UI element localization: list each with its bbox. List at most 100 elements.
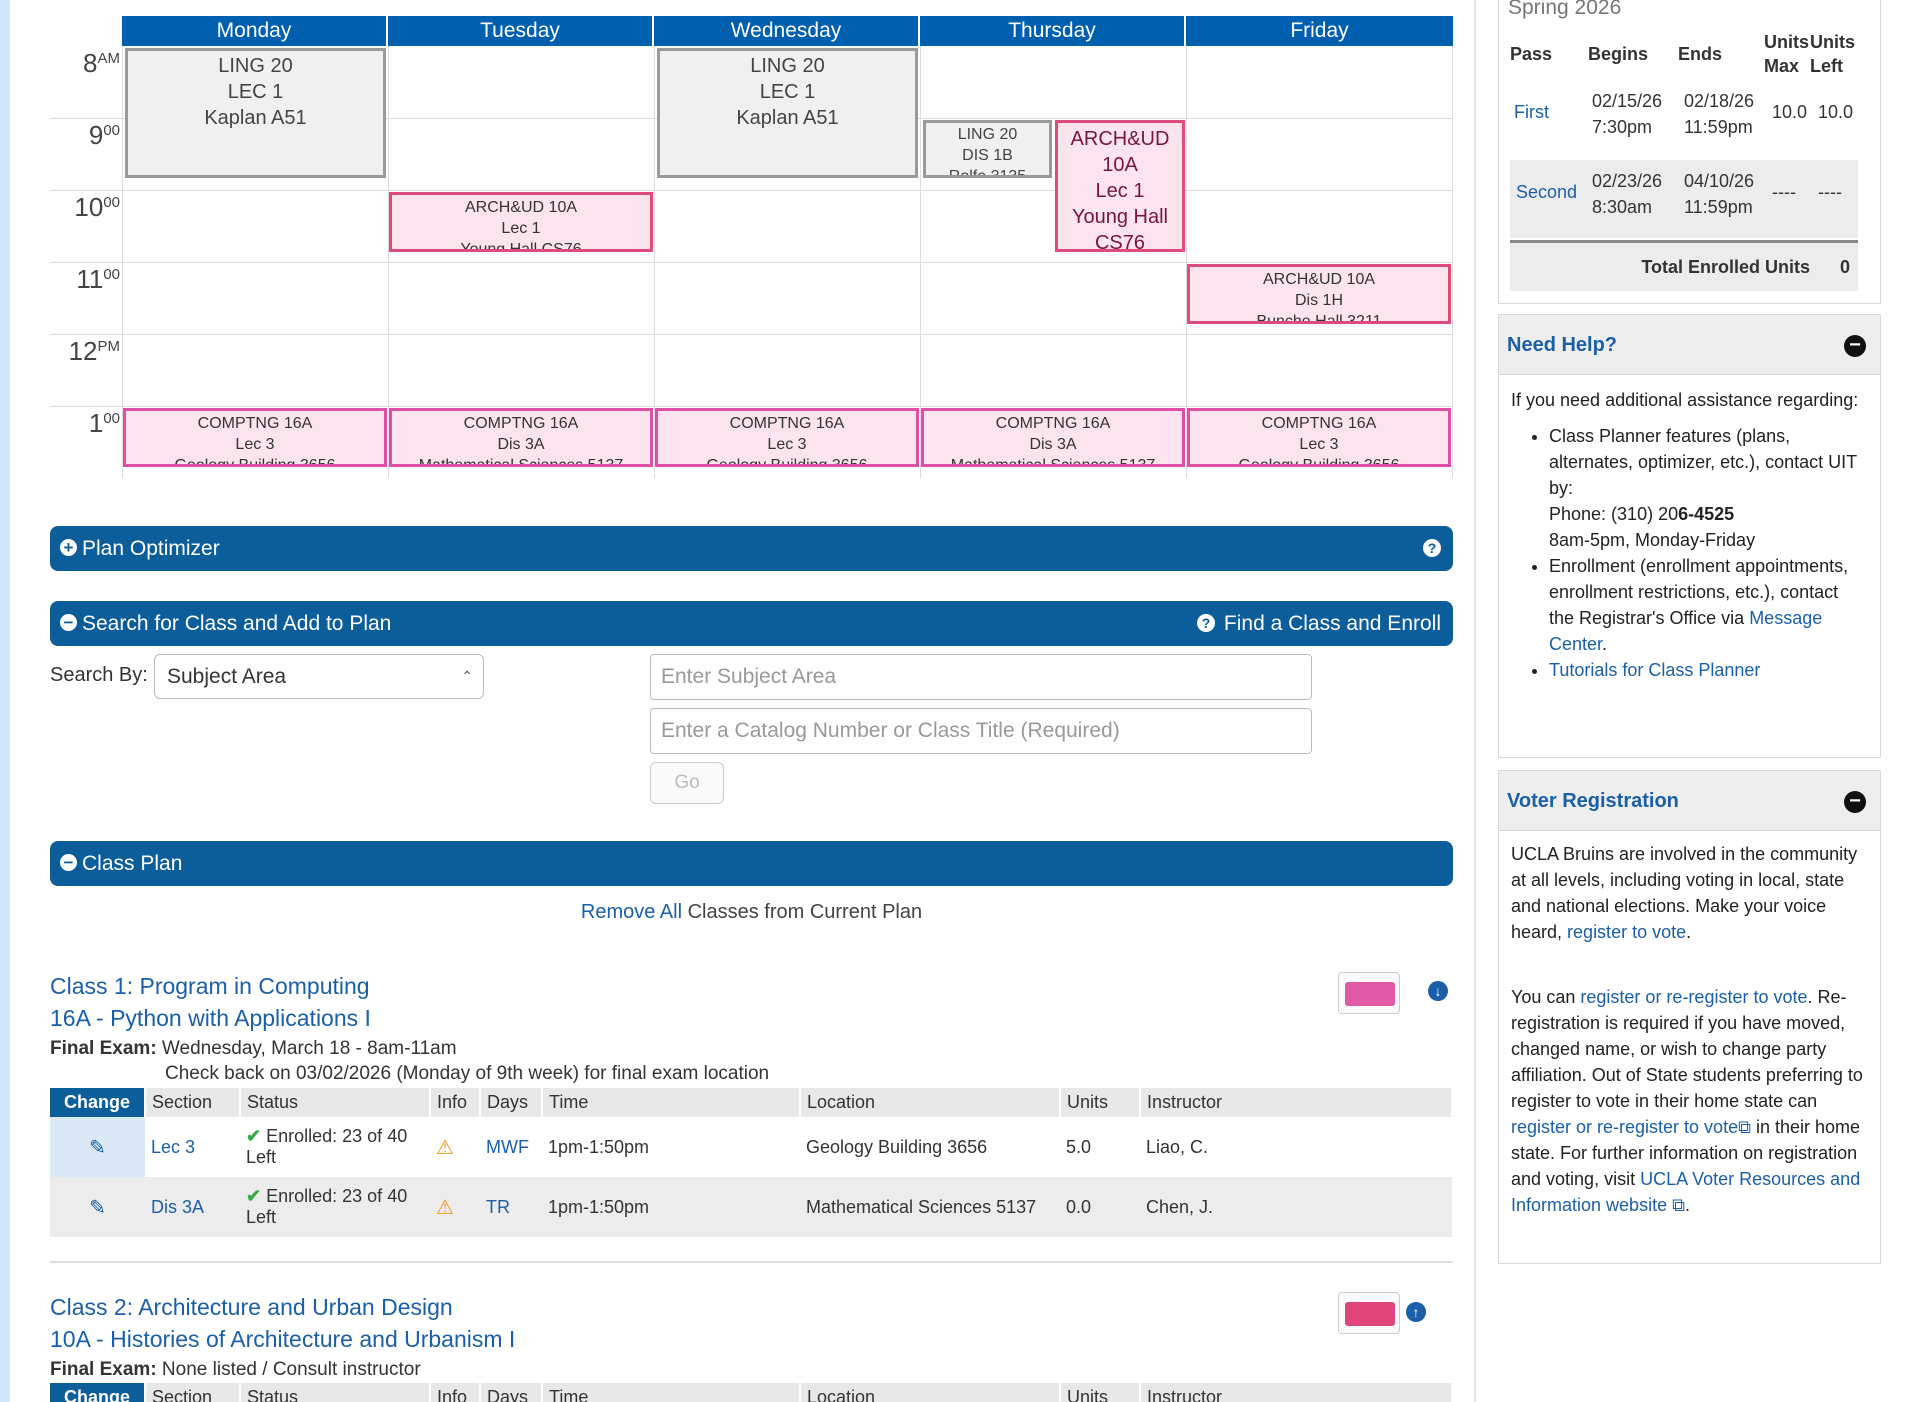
voter-registration-header[interactable]: Voter Registration − (1499, 771, 1880, 831)
arrow-up-circle-icon[interactable]: ↑ (1406, 1302, 1426, 1322)
class-plan-bar[interactable]: − Class Plan (50, 841, 1453, 886)
table-row: ✎ Dis 3A ✔ Enrolled: 23 of 40 Left ⚠ TR … (50, 1177, 1452, 1237)
search-by-select[interactable]: Subject Area ⌃ (154, 654, 484, 699)
units-max-header: Units Max (1764, 32, 1809, 76)
calendar-event-comptng-fri[interactable]: COMPTNG 16A Lec 3 Geology Building 3656 (1187, 408, 1451, 467)
phone-prefix: Phone: (310) 20 (1549, 504, 1679, 524)
units-cell: 5.0 (1066, 1136, 1092, 1157)
external-link-icon[interactable]: ⧉ (1738, 1117, 1751, 1137)
remove-all-link[interactable]: Remove All (581, 901, 682, 923)
warning-icon[interactable]: ⚠ (436, 1197, 454, 1219)
event-line: Bunche Hall 3211 (1256, 312, 1382, 324)
table-header-row: Change Section Status Info Days Time Loc… (50, 1383, 1453, 1402)
plan-optimizer-bar[interactable]: + Plan Optimizer ? (50, 526, 1453, 571)
need-help-header[interactable]: Need Help? − (1499, 315, 1880, 375)
weekly-calendar: Monday Tuesday Wednesday Thursday Friday… (50, 16, 1453, 478)
class-1-color-picker[interactable] (1338, 972, 1400, 1014)
warning-icon[interactable]: ⚠ (436, 1137, 454, 1159)
pass-ends: 04/10/26 11:59pm (1684, 168, 1754, 220)
external-link-icon[interactable]: ⧉ (1672, 1195, 1685, 1215)
calendar-event-ling20-wed[interactable]: LING 20 LEC 1 Kaplan A51 (657, 48, 918, 178)
pencil-icon[interactable]: ✎ (50, 1177, 145, 1237)
pass-name-link[interactable]: Second (1516, 182, 1577, 203)
time: 7:30pm (1592, 117, 1653, 137)
event-line: LING 20 (957, 126, 1018, 143)
chevron-updown-icon: ⌃ (461, 668, 473, 684)
time-label-9: 900 (88, 120, 120, 150)
calendar-event-ling20-mon[interactable]: LING 20 LEC 1 Kaplan A51 (125, 48, 386, 178)
total-value: 0 (1839, 257, 1850, 277)
event-line: Lec 1 (1095, 180, 1145, 202)
class-1-heading[interactable]: Class 1: Program in Computing (50, 970, 371, 1002)
event-line: ARCH&UD 10A (464, 199, 578, 216)
days-link[interactable]: MWF (486, 1137, 529, 1157)
search-class-bar[interactable]: − Search for Class and Add to Plan ? Find… (50, 601, 1453, 646)
event-line: COMPTNG 16A (995, 415, 1111, 432)
class-1-subtitle[interactable]: 16A - Python with Applications I (50, 1002, 371, 1034)
arrow-down-circle-icon[interactable]: ↓ (1428, 981, 1448, 1001)
time-label-11: 1100 (76, 264, 120, 294)
need-help-panel: Need Help? − If you need additional assi… (1498, 314, 1881, 758)
class-2-subtitle[interactable]: 10A - Histories of Architecture and Urba… (50, 1323, 515, 1355)
pass-begins: 02/23/26 8:30am (1592, 168, 1662, 220)
event-line: Mathematical Sciences 5137 (418, 456, 624, 467)
event-line: LING 20 (750, 55, 825, 77)
final-exam-label: Final Exam: (50, 1038, 157, 1059)
event-line: LING 20 (218, 55, 293, 77)
color-swatch (1345, 982, 1395, 1006)
units-max: ---- (1772, 182, 1796, 202)
voter-text: You can (1511, 987, 1581, 1007)
event-line: Geology Building 3656 (174, 456, 336, 467)
calendar-event-comptng-thu[interactable]: COMPTNG 16A Dis 3A Mathematical Sciences… (921, 408, 1185, 467)
col-header-location: Location (800, 1383, 1061, 1402)
left-rail (0, 0, 10, 1402)
subject-area-input[interactable]: Enter Subject Area (650, 654, 1312, 700)
date: 02/23/26 (1592, 171, 1663, 191)
section-link[interactable]: Dis 3A (151, 1197, 204, 1217)
calendar-event-ling20-thu[interactable]: LING 20 DIS 1B Rolfe 3135 (923, 120, 1052, 178)
register-or-reregister-link[interactable]: register or re-register to vote (1580, 987, 1807, 1007)
calendar-event-archud-thu[interactable]: ARCH&UD 10A Lec 1 Young Hall CS76 (1055, 120, 1185, 252)
register-or-reregister-link[interactable]: register or re-register to vote (1511, 1117, 1738, 1137)
help-hours: 8am-5pm, Monday-Friday (1549, 530, 1756, 550)
register-to-vote-link[interactable]: register to vote (1567, 922, 1686, 942)
pencil-icon[interactable]: ✎ (50, 1117, 145, 1177)
calendar-event-comptng-mon[interactable]: COMPTNG 16A Lec 3 Geology Building 3656 (123, 408, 387, 467)
catalog-number-input[interactable]: Enter a Catalog Number or Class Title (R… (650, 708, 1312, 754)
col-header-status: Status (240, 1088, 431, 1117)
column-divider (1474, 0, 1476, 1402)
col-header-change: Change (50, 1383, 146, 1402)
calendar-event-archud-tue[interactable]: ARCH&UD 10A Lec 1 Young Hall CS76 (389, 192, 653, 252)
question-circle-icon[interactable]: ? (1197, 614, 1215, 632)
collapse-minus-icon[interactable]: − (1844, 791, 1866, 813)
collapse-minus-icon[interactable]: − (1844, 335, 1866, 357)
go-button[interactable]: Go (650, 762, 724, 804)
class-2-heading[interactable]: Class 2: Architecture and Urban Design (50, 1291, 515, 1323)
col-header-section: Section (145, 1088, 241, 1117)
calendar-event-comptng-wed[interactable]: COMPTNG 16A Lec 3 Geology Building 3656 (655, 408, 919, 467)
status-text: Enrolled: 23 of 40 Left (246, 1126, 408, 1167)
class-2-color-picker[interactable] (1338, 1292, 1400, 1334)
section-link[interactable]: Lec 3 (151, 1137, 195, 1157)
plus-circle-icon: + (60, 538, 77, 556)
find-class-enroll-link[interactable]: Find a Class and Enroll (1224, 601, 1441, 646)
event-line: Lec 3 (235, 435, 275, 453)
date: 04/10/26 (1684, 171, 1755, 191)
class-2-title[interactable]: Class 2: Architecture and Urban Design 1… (50, 1291, 515, 1355)
final-exam-value: None listed / Consult instructor (156, 1359, 421, 1380)
question-circle-icon[interactable]: ? (1423, 539, 1441, 557)
tutorials-link[interactable]: Tutorials for Class Planner (1549, 660, 1760, 680)
pass-ends: 02/18/26 11:59pm (1684, 88, 1754, 140)
calendar-event-archud-fri[interactable]: ARCH&UD 10A Dis 1H Bunche Hall 3211 (1187, 264, 1451, 324)
event-line: Dis 1H (1294, 291, 1343, 309)
need-help-body: If you need additional assistance regard… (1499, 375, 1880, 695)
begins-header: Begins (1588, 44, 1649, 64)
event-line: Mathematical Sciences 5137 (950, 456, 1156, 467)
remove-all-line: Remove All Classes from Current Plan (0, 901, 1503, 924)
event-line: Rolfe 3135 (948, 167, 1027, 178)
time-label-12pm: 12PM (68, 336, 120, 366)
pass-name-link[interactable]: First (1514, 102, 1549, 123)
days-link[interactable]: TR (486, 1197, 510, 1217)
class-1-title[interactable]: Class 1: Program in Computing 16A - Pyth… (50, 970, 371, 1034)
calendar-event-comptng-tue[interactable]: COMPTNG 16A Dis 3A Mathematical Sciences… (389, 408, 653, 467)
